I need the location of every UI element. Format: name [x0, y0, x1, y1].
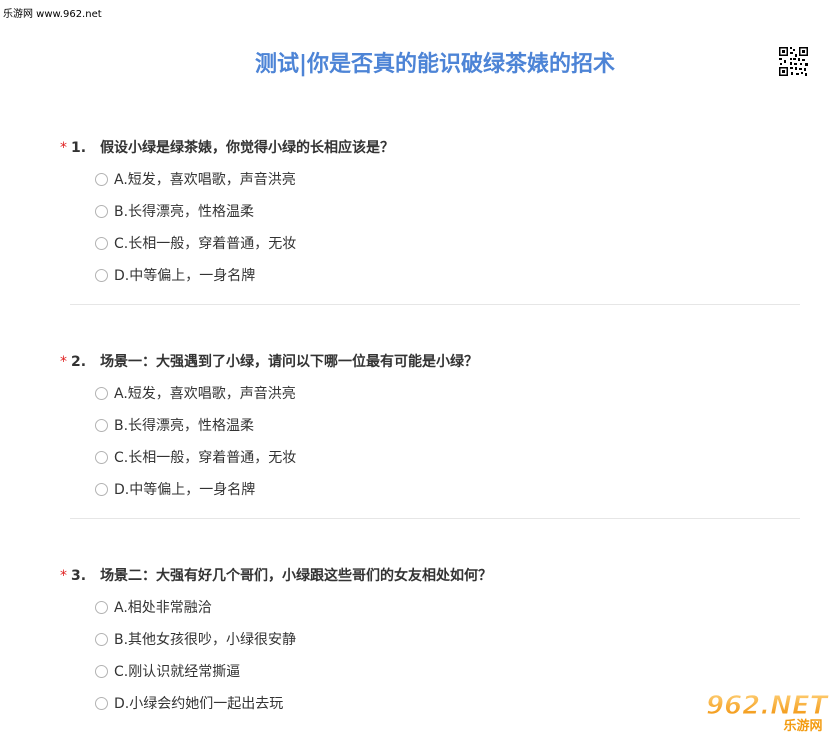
radio-button[interactable] [95, 450, 108, 464]
option-label: B.长得漂亮，性格温柔 [114, 418, 255, 434]
qr-code-icon [778, 46, 809, 77]
option-label: D.中等偏上，一身名牌 [114, 482, 256, 498]
question-header: * 2. 场景一：大强遇到了小绿，请问以下哪一位最有可能是小绿？ [60, 351, 478, 371]
option-label: A.短发，喜欢唱歌，声音洪亮 [114, 172, 296, 188]
page-title: 测试|你是否真的能识破绿茶婊的招术 [254, 52, 616, 77]
option-a[interactable]: A.短发，喜欢唱歌，声音洪亮 [95, 383, 296, 403]
site-watermark: 乐游网 www.962.net [3, 9, 102, 20]
radio-button[interactable] [95, 418, 108, 432]
question-number: 3. [71, 568, 87, 584]
radio-button[interactable] [95, 482, 108, 496]
option-d[interactable]: D.中等偏上，一身名牌 [95, 265, 255, 285]
question-header: * 3. 场景二：大强有好几个哥们，小绿跟这些哥们的女友相处如何？ [60, 565, 492, 585]
question-text: 场景二：大强有好几个哥们，小绿跟这些哥们的女友相处如何？ [100, 568, 493, 584]
page: 乐游网 www.962.net 测试|你是否真的能识破绿茶婊的招术 * 1. 假… [0, 0, 837, 734]
logo-main-text: 962.NET [706, 691, 830, 721]
radio-button[interactable] [95, 172, 108, 186]
option-c[interactable]: C.长相一般，穿着普通，无妆 [95, 447, 296, 467]
option-b[interactable]: B.长得漂亮，性格温柔 [95, 201, 254, 221]
radio-button[interactable] [95, 696, 108, 710]
question-number: 2. [71, 354, 87, 370]
option-label: D.小绿会约她们一起出去玩 [114, 696, 284, 712]
required-star: * [60, 354, 67, 370]
divider [70, 518, 800, 519]
required-star: * [60, 140, 67, 156]
option-label: C.长相一般，穿着普通，无妆 [114, 236, 297, 252]
option-a[interactable]: A.相处非常融洽 [95, 597, 212, 617]
option-a[interactable]: A.短发，喜欢唱歌，声音洪亮 [95, 169, 296, 189]
question-text: 假设小绿是绿茶婊，你觉得小绿的长相应该是？ [100, 140, 395, 156]
question-text: 场景一：大强遇到了小绿，请问以下哪一位最有可能是小绿？ [100, 354, 479, 370]
radio-button[interactable] [95, 268, 108, 282]
radio-button[interactable] [95, 236, 108, 250]
brand-logo: 962.NET 乐游网 [706, 688, 834, 734]
option-label: C.刚认识就经常撕逼 [114, 664, 241, 680]
radio-button[interactable] [95, 600, 108, 614]
option-d[interactable]: D.小绿会约她们一起出去玩 [95, 693, 283, 713]
radio-button[interactable] [95, 664, 108, 678]
question-header: * 1. 假设小绿是绿茶婊，你觉得小绿的长相应该是？ [60, 137, 394, 157]
option-b[interactable]: B.其他女孩很吵，小绿很安静 [95, 629, 296, 649]
option-b[interactable]: B.长得漂亮，性格温柔 [95, 415, 254, 435]
option-c[interactable]: C.长相一般，穿着普通，无妆 [95, 233, 296, 253]
option-label: C.长相一般，穿着普通，无妆 [114, 450, 297, 466]
question-number: 1. [71, 140, 87, 156]
option-label: A.相处非常融洽 [114, 600, 212, 616]
required-star: * [60, 568, 67, 584]
logo-sub-text: 乐游网 [783, 718, 822, 734]
radio-button[interactable] [95, 204, 108, 218]
radio-button[interactable] [95, 632, 108, 646]
divider [70, 304, 800, 305]
option-c[interactable]: C.刚认识就经常撕逼 [95, 661, 240, 681]
option-label: B.其他女孩很吵，小绿很安静 [114, 632, 297, 648]
option-label: A.短发，喜欢唱歌，声音洪亮 [114, 386, 296, 402]
option-d[interactable]: D.中等偏上，一身名牌 [95, 479, 255, 499]
radio-button[interactable] [95, 386, 108, 400]
option-label: B.长得漂亮，性格温柔 [114, 204, 255, 220]
option-label: D.中等偏上，一身名牌 [114, 268, 256, 284]
